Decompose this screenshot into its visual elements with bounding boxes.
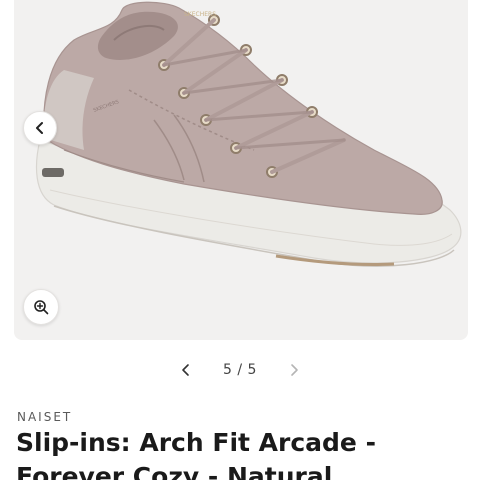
zoom-in-icon [34,300,49,315]
product-image-gallery[interactable]: SKECHERS SKECHERS [14,0,468,340]
product-brand: NAISET [17,410,73,424]
tongue-logo-text: SKECHERS [184,11,216,18]
chevron-left-icon [36,122,43,134]
chevron-left-icon [182,364,189,376]
pager-next-button[interactable] [280,356,308,384]
image-counter: 5 / 5 [223,362,257,378]
product-image: SKECHERS SKECHERS [35,1,462,267]
gallery-previous-button[interactable] [23,111,57,145]
image-pager: 5 / 5 [0,355,480,385]
chevron-right-icon [291,364,298,376]
product-title: Slip-ins: Arch Fit Arcade - Forever Cozy… [16,428,376,480]
pager-previous-button[interactable] [172,356,200,384]
zoom-button[interactable] [23,289,59,325]
